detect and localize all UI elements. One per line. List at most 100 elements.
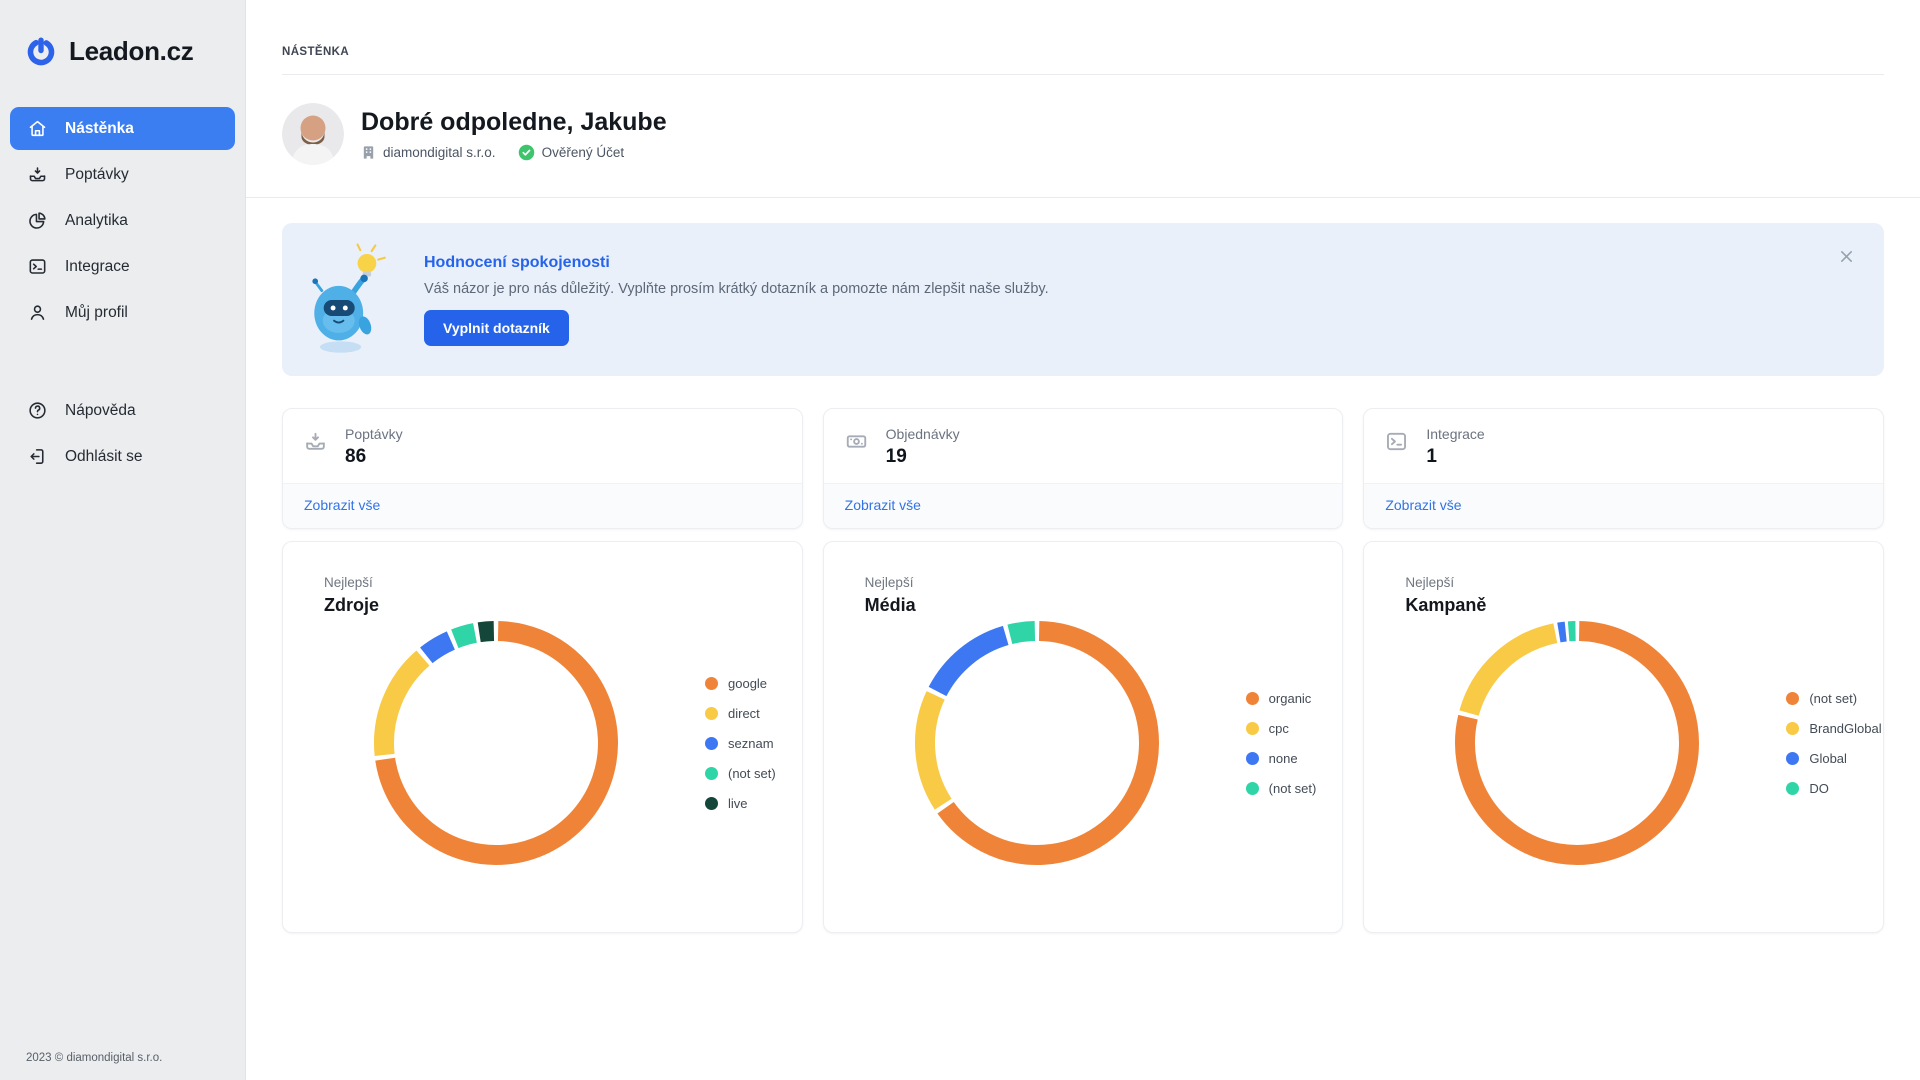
legend-item[interactable]: Global bbox=[1786, 751, 1881, 766]
legend-item[interactable]: (not set) bbox=[705, 766, 776, 781]
chart-title: Zdroje bbox=[324, 595, 802, 616]
user-icon bbox=[27, 302, 48, 323]
legend-color-dot bbox=[705, 707, 718, 720]
legend-item[interactable]: organic bbox=[1246, 691, 1317, 706]
legend-label: organic bbox=[1269, 691, 1312, 706]
chart-subtitle: Nejlepší bbox=[1405, 575, 1883, 590]
banknote-icon bbox=[844, 429, 869, 468]
logout-icon bbox=[27, 446, 48, 467]
stat-card-body: Poptávky 86 bbox=[283, 409, 802, 483]
show-all-link[interactable]: Zobrazit vše bbox=[1385, 497, 1461, 513]
legend-item[interactable]: DO bbox=[1786, 781, 1881, 796]
legend-color-dot bbox=[1246, 782, 1259, 795]
legend-label: none bbox=[1269, 751, 1298, 766]
legend-label: (not set) bbox=[728, 766, 776, 781]
stat-value: 19 bbox=[886, 446, 960, 468]
chart-card-header: Nejlepší Kampaně bbox=[1364, 542, 1883, 616]
chart-card-header: Nejlepší Média bbox=[824, 542, 1343, 616]
legend-item[interactable]: cpc bbox=[1246, 721, 1317, 736]
sidebar-item-napoveda[interactable]: Nápověda bbox=[10, 389, 235, 432]
legend-label: direct bbox=[728, 706, 760, 721]
terminal-icon bbox=[1384, 429, 1409, 468]
legend-color-dot bbox=[705, 797, 718, 810]
banner-texts: Hodnocení spokojenosti Váš názor je pro … bbox=[424, 254, 1049, 346]
banner-title: Hodnocení spokojenosti bbox=[424, 254, 1049, 272]
legend-item[interactable]: live bbox=[705, 796, 776, 811]
legend-label: (not set) bbox=[1809, 691, 1857, 706]
legend-color-dot bbox=[705, 737, 718, 750]
sidebar-item-integrace[interactable]: Integrace bbox=[10, 245, 235, 288]
stat-label: Objednávky bbox=[886, 426, 960, 442]
chart-pie-icon bbox=[27, 210, 48, 231]
legend-color-dot bbox=[1786, 722, 1799, 735]
brand-name: Leadon.cz bbox=[69, 36, 193, 67]
company-meta: diamondigital s.r.o. bbox=[361, 145, 496, 160]
sidebar-item-label: Poptávky bbox=[65, 166, 129, 184]
legend-color-dot bbox=[1786, 692, 1799, 705]
chart-title: Kampaně bbox=[1405, 595, 1883, 616]
chart-title: Média bbox=[865, 595, 1343, 616]
fill-survey-button[interactable]: Vyplnit dotazník bbox=[424, 310, 569, 346]
breadcrumb: NÁSTĚNKA bbox=[282, 0, 1884, 58]
stat-card-objednávky: Objednávky 19 Zobrazit vše bbox=[823, 408, 1344, 529]
stat-card-footer: Zobrazit vše bbox=[1364, 483, 1883, 528]
sidebar-item-analytika[interactable]: Analytika bbox=[10, 199, 235, 242]
chart-card-body: organic cpc none (not set) bbox=[824, 618, 1343, 868]
legend-item[interactable]: (not set) bbox=[1246, 781, 1317, 796]
sidebar-item-label: Nápověda bbox=[65, 402, 136, 420]
chart-card-body: (not set) BrandGlobal Global DO bbox=[1364, 618, 1883, 868]
banner-close-icon[interactable] bbox=[1839, 249, 1854, 264]
sidebar-item-label: Odhlásit se bbox=[65, 448, 143, 466]
power-logo-icon bbox=[26, 37, 56, 67]
legend-item[interactable]: (not set) bbox=[1786, 691, 1881, 706]
inbox-icon bbox=[303, 429, 328, 468]
sidebar-item-poptavky[interactable]: Poptávky bbox=[10, 153, 235, 196]
greeting-title: Dobré odpoledne, Jakube bbox=[361, 108, 667, 137]
verified-badge: Ověřený Účet bbox=[518, 144, 625, 161]
robot-mascot-illustration bbox=[302, 243, 398, 357]
inbox-icon bbox=[27, 164, 48, 185]
sidebar-nav-primary: Nástěnka Poptávky Analytika Integrace Mů… bbox=[0, 107, 245, 334]
legend-color-dot bbox=[1786, 782, 1799, 795]
show-all-link[interactable]: Zobrazit vše bbox=[304, 497, 380, 513]
copyright-text: 2023 © diamondigital s.r.o. bbox=[26, 1052, 162, 1064]
show-all-link[interactable]: Zobrazit vše bbox=[845, 497, 921, 513]
legend-item[interactable]: direct bbox=[705, 706, 776, 721]
sidebar-item-odhlasit-se[interactable]: Odhlásit se bbox=[10, 435, 235, 478]
chart-legend: (not set) BrandGlobal Global DO bbox=[1786, 691, 1881, 796]
avatar bbox=[282, 103, 344, 165]
sidebar-item-label: Integrace bbox=[65, 258, 130, 276]
legend-item[interactable]: none bbox=[1246, 751, 1317, 766]
legend-color-dot bbox=[1246, 752, 1259, 765]
chart-cards-row: Nejlepší Zdroje google direct seznam (no… bbox=[282, 541, 1884, 933]
stat-card-body: Integrace 1 bbox=[1364, 409, 1883, 483]
brand-logo[interactable]: Leadon.cz bbox=[0, 0, 245, 67]
main-area: NÁSTĚNKA Dobré odpoledne, Jakube bbox=[246, 0, 1920, 1080]
content: Hodnocení spokojenosti Váš názor je pro … bbox=[246, 198, 1920, 933]
stat-label: Poptávky bbox=[345, 426, 403, 442]
home-icon bbox=[27, 118, 48, 139]
satisfaction-banner: Hodnocení spokojenosti Váš názor je pro … bbox=[282, 223, 1884, 376]
terminal-icon bbox=[27, 256, 48, 277]
legend-item[interactable]: BrandGlobal bbox=[1786, 721, 1881, 736]
banner-message: Váš názor je pro nás důležitý. Vyplňte p… bbox=[424, 281, 1049, 297]
stat-card-footer: Zobrazit vše bbox=[283, 483, 802, 528]
stat-label: Integrace bbox=[1426, 426, 1484, 442]
sidebar-item-label: Můj profil bbox=[65, 304, 128, 322]
legend-item[interactable]: seznam bbox=[705, 736, 776, 751]
chart-subtitle: Nejlepší bbox=[865, 575, 1343, 590]
legend-item[interactable]: google bbox=[705, 676, 776, 691]
stat-value: 1 bbox=[1426, 446, 1484, 468]
legend-color-dot bbox=[1246, 692, 1259, 705]
donut-chart bbox=[1452, 618, 1702, 868]
stat-texts: Poptávky 86 bbox=[345, 426, 403, 468]
sidebar-item-label: Nástěnka bbox=[65, 120, 134, 138]
sidebar-item-nastenka[interactable]: Nástěnka bbox=[10, 107, 235, 150]
greeting-block: Dobré odpoledne, Jakube bbox=[282, 75, 1884, 197]
chart-legend: organic cpc none (not set) bbox=[1246, 691, 1317, 796]
legend-label: BrandGlobal bbox=[1809, 721, 1881, 736]
stat-card-footer: Zobrazit vše bbox=[824, 483, 1343, 528]
legend-color-dot bbox=[705, 767, 718, 780]
sidebar-item-muj-profil[interactable]: Můj profil bbox=[10, 291, 235, 334]
legend-color-dot bbox=[1786, 752, 1799, 765]
